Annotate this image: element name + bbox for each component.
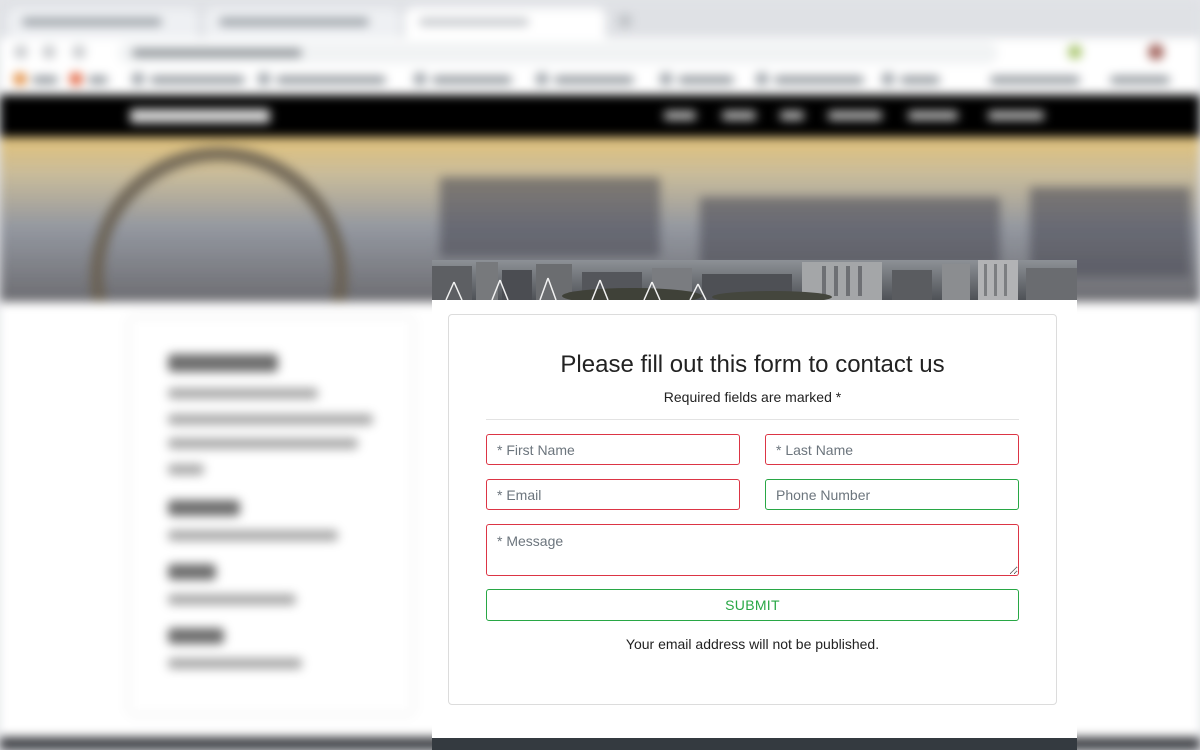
last-name-input[interactable] xyxy=(765,434,1019,465)
browser-tab[interactable] xyxy=(8,8,198,38)
nav-link[interactable] xyxy=(988,111,1044,120)
bookmarks-bar xyxy=(0,66,1200,95)
phone-number-input[interactable] xyxy=(765,479,1019,510)
browser-tab-strip xyxy=(0,0,1200,38)
divider xyxy=(486,419,1019,420)
nav-link[interactable] xyxy=(780,111,804,120)
privacy-note: Your email address will not be published… xyxy=(625,636,880,652)
browser-tab[interactable] xyxy=(205,8,400,38)
message-textarea[interactable] xyxy=(486,524,1019,576)
nav-link[interactable] xyxy=(828,111,882,120)
contact-form: Please fill out this form to contact us … xyxy=(448,314,1057,705)
forward-icon[interactable] xyxy=(42,45,56,59)
site-navbar xyxy=(0,95,1200,137)
contact-info-card xyxy=(130,318,412,713)
site-logo[interactable] xyxy=(130,109,270,123)
email-input[interactable] xyxy=(486,479,740,510)
nav-link[interactable] xyxy=(722,111,756,120)
url-field[interactable] xyxy=(118,42,998,64)
form-title: Please fill out this form to contact us xyxy=(560,351,945,378)
required-fields-note: Required fields are marked * xyxy=(663,389,842,405)
nav-link[interactable] xyxy=(908,111,958,120)
browser-tab-active[interactable] xyxy=(405,8,605,38)
city-panorama-image xyxy=(432,260,1077,300)
contact-form-card: Please fill out this form to contact us … xyxy=(432,260,1077,750)
browser-address-bar xyxy=(0,38,1200,66)
card-footer xyxy=(432,738,1077,750)
submit-button[interactable]: SUBMIT xyxy=(486,589,1019,621)
back-icon[interactable] xyxy=(14,45,28,59)
profile-avatar[interactable] xyxy=(1148,44,1164,60)
new-tab-icon[interactable] xyxy=(618,14,632,28)
extension-icon[interactable] xyxy=(1068,45,1082,59)
reload-icon[interactable] xyxy=(72,45,86,59)
nav-link[interactable] xyxy=(664,111,696,120)
first-name-input[interactable] xyxy=(486,434,740,465)
